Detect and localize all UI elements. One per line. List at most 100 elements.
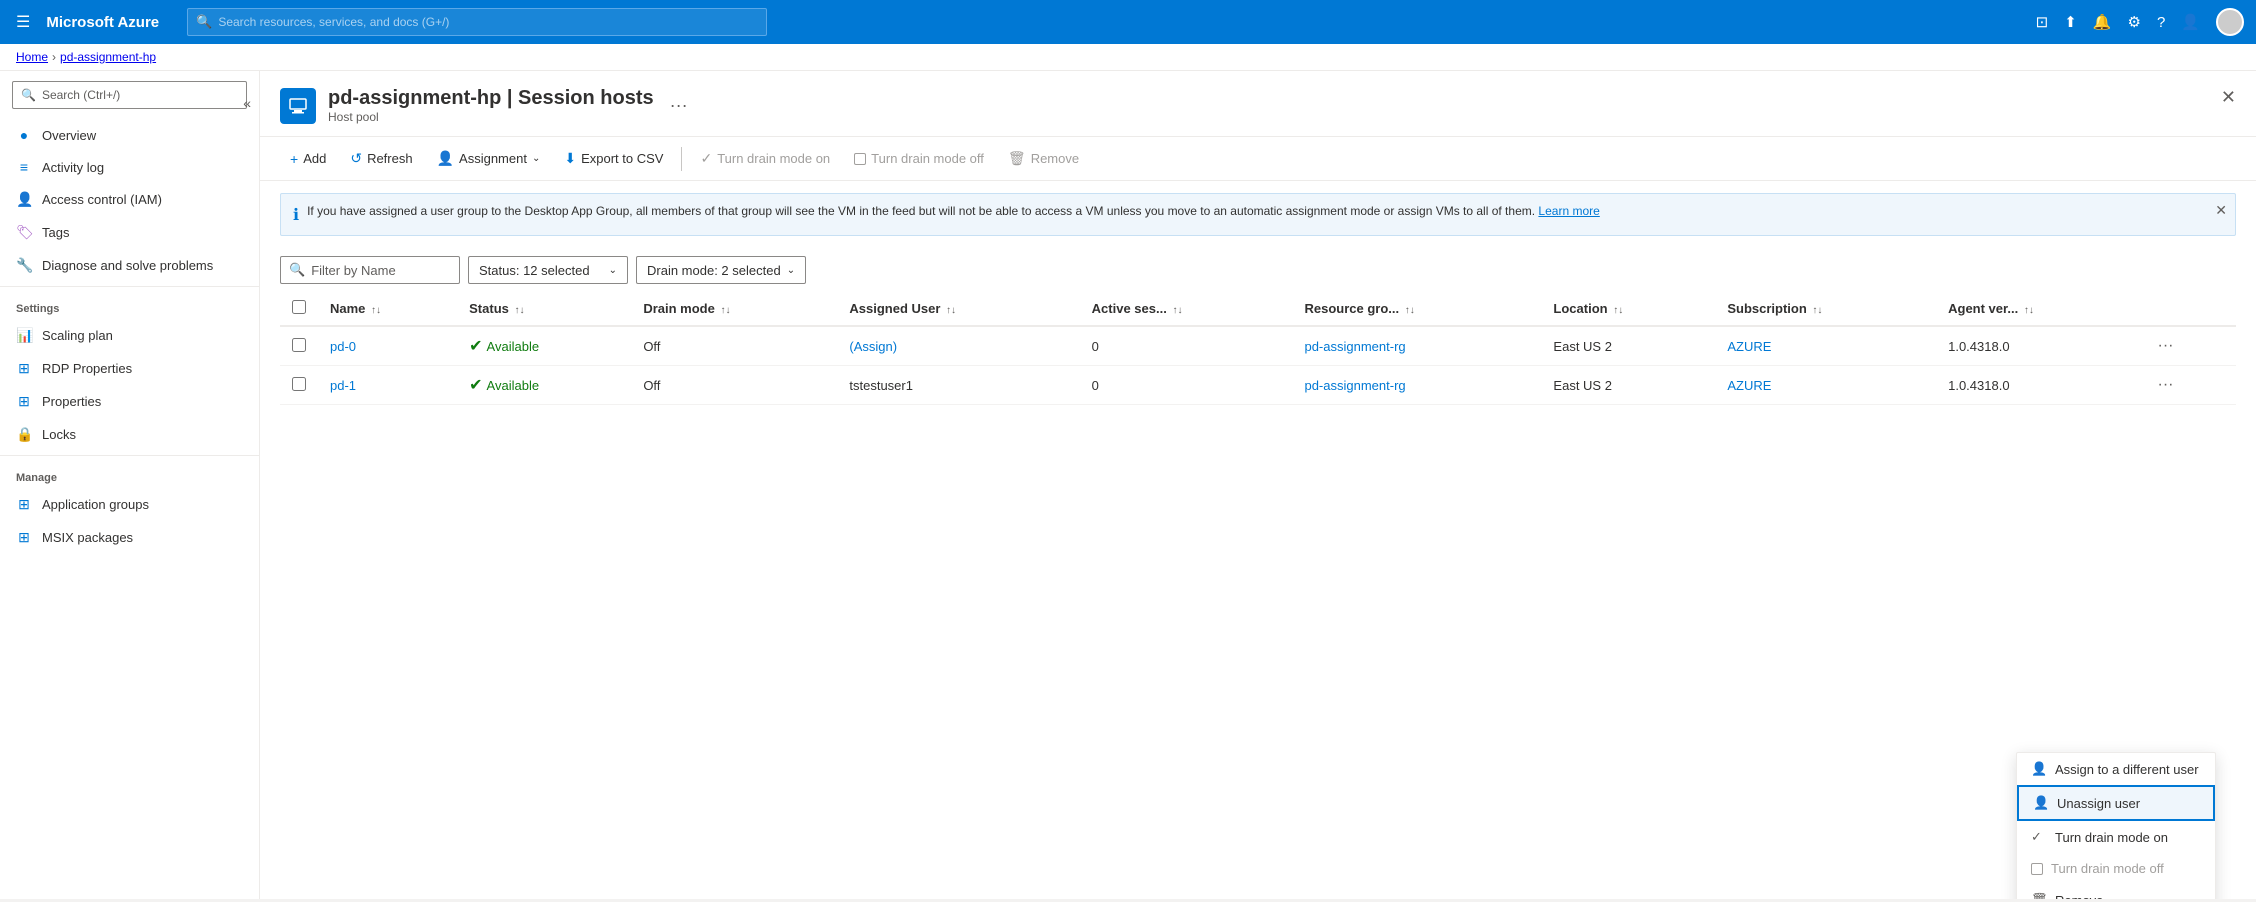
breadcrumb-home[interactable]: Home bbox=[16, 50, 48, 64]
hamburger-menu[interactable]: ☰ bbox=[12, 8, 34, 36]
row-status-1: ✔ Available bbox=[469, 375, 619, 395]
select-all-checkbox[interactable] bbox=[292, 300, 306, 314]
agent-ver-sort-icon[interactable]: ↑↓ bbox=[2024, 305, 2034, 316]
page-header-close-btn[interactable]: ✕ bbox=[2221, 87, 2236, 108]
context-menu-drain-on[interactable]: ✓ Turn drain mode on bbox=[2017, 821, 2215, 853]
row-drain-mode-0: Off bbox=[631, 326, 837, 366]
bell-icon[interactable]: 🔔 bbox=[2093, 13, 2112, 31]
col-name: Name ↑↓ bbox=[318, 292, 457, 326]
search-icon: 🔍 bbox=[196, 14, 212, 30]
col-assigned-user: Assigned User ↑↓ bbox=[837, 292, 1079, 326]
context-menu-unassign[interactable]: 👤 Unassign user bbox=[2017, 785, 2215, 821]
sidebar-label-locks: Locks bbox=[42, 427, 76, 442]
checkbox-icon bbox=[2031, 863, 2043, 875]
sidebar-label-properties: Properties bbox=[42, 394, 101, 409]
breadcrumb-resource[interactable]: pd-assignment-hp bbox=[60, 50, 156, 64]
nav-icons: ⊡ ⬆ 🔔 ⚙ ? 👤 bbox=[2036, 8, 2244, 36]
context-menu-unassign-label: Unassign user bbox=[2057, 796, 2140, 811]
export-button[interactable]: ⬇ Export to CSV bbox=[554, 145, 673, 172]
row-name-0[interactable]: pd-0 bbox=[330, 339, 356, 354]
row-name-1[interactable]: pd-1 bbox=[330, 378, 356, 393]
row-resource-group-0[interactable]: pd-assignment-rg bbox=[1304, 339, 1405, 354]
row-checkbox-1[interactable] bbox=[292, 377, 306, 391]
sidebar-item-app-groups[interactable]: ⊞ Application groups bbox=[0, 488, 259, 521]
context-menu-drain-off-label: Turn drain mode off bbox=[2051, 861, 2164, 876]
sidebar-label-app-groups: Application groups bbox=[42, 497, 149, 512]
sidebar-item-overview[interactable]: ● Overview bbox=[0, 119, 259, 151]
check-icon: ✓ bbox=[2031, 829, 2047, 845]
sidebar-search[interactable]: 🔍 Search (Ctrl+/) bbox=[12, 81, 247, 109]
global-search[interactable]: 🔍 Search resources, services, and docs (… bbox=[187, 8, 767, 36]
name-filter[interactable]: 🔍 Filter by Name bbox=[280, 256, 460, 284]
context-menu-drain-off[interactable]: Turn drain mode off bbox=[2017, 853, 2215, 884]
sidebar-item-iam[interactable]: 👤 Access control (IAM) bbox=[0, 183, 259, 216]
context-menu-remove[interactable]: 🗑 Remove bbox=[2017, 884, 2215, 899]
row-subscription-1[interactable]: AZURE bbox=[1727, 378, 1771, 393]
row-ellipsis-1[interactable]: ··· bbox=[2152, 374, 2180, 396]
learn-more-link[interactable]: Learn more bbox=[1538, 204, 1599, 218]
active-sessions-sort-icon[interactable]: ↑↓ bbox=[1172, 305, 1182, 316]
resource-group-sort-icon[interactable]: ↑↓ bbox=[1405, 305, 1415, 316]
context-menu-drain-on-label: Turn drain mode on bbox=[2055, 830, 2168, 845]
remove-label: Remove bbox=[1031, 151, 1079, 166]
sidebar-label-scaling: Scaling plan bbox=[42, 328, 113, 343]
sidebar-item-scaling-plan[interactable]: 📊 Scaling plan bbox=[0, 319, 259, 352]
sidebar-item-rdp[interactable]: ⊞ RDP Properties bbox=[0, 352, 259, 385]
gear-icon[interactable]: ⚙ bbox=[2128, 13, 2141, 31]
row-assigned-user-0[interactable]: (Assign) bbox=[849, 339, 897, 354]
help-icon[interactable]: ? bbox=[2157, 14, 2165, 31]
refresh-button[interactable]: ↺ Refresh bbox=[340, 145, 422, 172]
search-icon: 🔍 bbox=[21, 88, 36, 102]
sidebar-item-locks[interactable]: 🔒 Locks bbox=[0, 418, 259, 451]
status-filter-label: Status: 12 selected bbox=[479, 263, 590, 278]
row-resource-group-1[interactable]: pd-assignment-rg bbox=[1304, 378, 1405, 393]
sidebar-divider-1 bbox=[0, 286, 259, 287]
drain-off-button[interactable]: Turn drain mode off bbox=[844, 146, 994, 171]
sidebar-item-diagnose[interactable]: 🔧 Diagnose and solve problems bbox=[0, 249, 259, 282]
status-sort-icon[interactable]: ↑↓ bbox=[515, 305, 525, 316]
sidebar-item-tags[interactable]: 🏷 Tags bbox=[0, 216, 259, 249]
page-title: pd-assignment-hp | Session hosts bbox=[328, 87, 654, 110]
add-button[interactable]: + Add bbox=[280, 146, 336, 172]
sidebar-label-overview: Overview bbox=[42, 128, 96, 143]
table-row: pd-1 ✔ Available Off tstestuser1 0 pd-as… bbox=[280, 366, 2236, 405]
page-header-more-btn[interactable]: ··· bbox=[670, 95, 688, 116]
col-active-sessions: Active ses... ↑↓ bbox=[1080, 292, 1293, 326]
row-checkbox-0[interactable] bbox=[292, 338, 306, 352]
export-label: Export to CSV bbox=[581, 151, 663, 166]
sidebar-item-properties[interactable]: ⊞ Properties bbox=[0, 385, 259, 418]
subscription-sort-icon[interactable]: ↑↓ bbox=[1812, 305, 1822, 316]
assignment-button[interactable]: 👤 Assignment ⌄ bbox=[427, 145, 551, 172]
sidebar-label-rdp: RDP Properties bbox=[42, 361, 132, 376]
remove-button[interactable]: 🗑 Remove bbox=[998, 145, 1089, 172]
drain-mode-sort-icon[interactable]: ↑↓ bbox=[720, 305, 730, 316]
user-directory-icon[interactable]: 👤 bbox=[2181, 13, 2200, 31]
avatar[interactable] bbox=[2216, 8, 2244, 36]
name-sort-icon[interactable]: ↑↓ bbox=[371, 305, 381, 316]
context-menu-assign-different-label: Assign to a different user bbox=[2055, 762, 2199, 777]
rdp-icon: ⊞ bbox=[16, 360, 32, 377]
row-ellipsis-0[interactable]: ··· bbox=[2152, 335, 2180, 357]
drain-on-button[interactable]: ✓ Turn drain mode on bbox=[690, 145, 840, 172]
location-sort-icon[interactable]: ↑↓ bbox=[1613, 305, 1623, 316]
info-banner-close-btn[interactable]: ✕ bbox=[2215, 202, 2227, 219]
status-check-icon: ✔ bbox=[469, 375, 482, 395]
sidebar-label-diagnose: Diagnose and solve problems bbox=[42, 258, 213, 273]
email-icon[interactable]: ⊡ bbox=[2036, 13, 2049, 31]
status-filter[interactable]: Status: 12 selected ⌄ bbox=[468, 256, 628, 284]
sidebar-collapse-btn[interactable]: « bbox=[243, 95, 251, 111]
sidebar-item-activity-log[interactable]: ≡ Activity log bbox=[0, 151, 259, 183]
context-menu-assign-different[interactable]: 👤 Assign to a different user bbox=[2017, 753, 2215, 785]
drain-mode-filter[interactable]: Drain mode: 2 selected ⌄ bbox=[636, 256, 806, 284]
assigned-user-sort-icon[interactable]: ↑↓ bbox=[946, 305, 956, 316]
sidebar-item-msix[interactable]: ⊞ MSIX packages bbox=[0, 521, 259, 554]
search-placeholder-text: Search (Ctrl+/) bbox=[42, 88, 120, 102]
session-hosts-table: Name ↑↓ Status ↑↓ Drain mode ↑↓ Assign bbox=[280, 292, 2236, 405]
col-subscription: Subscription ↑↓ bbox=[1715, 292, 1936, 326]
feedback-icon[interactable]: ⬆ bbox=[2064, 13, 2077, 31]
sidebar-label-tags: Tags bbox=[42, 225, 69, 240]
row-subscription-0[interactable]: AZURE bbox=[1727, 339, 1771, 354]
breadcrumb: Home › pd-assignment-hp bbox=[0, 44, 2256, 71]
main-content: pd-assignment-hp | Session hosts Host po… bbox=[260, 71, 2256, 899]
add-label: Add bbox=[303, 151, 326, 166]
